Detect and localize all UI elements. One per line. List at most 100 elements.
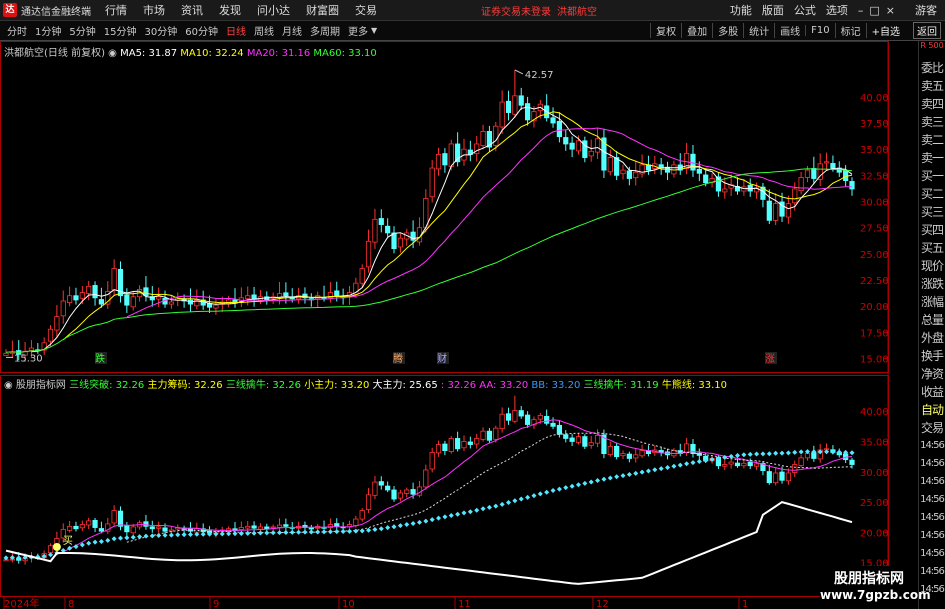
bull-bear-dot	[658, 466, 664, 472]
multi-stock-button[interactable]: 多股	[712, 23, 743, 38]
overlay-button[interactable]: 叠加	[681, 23, 712, 38]
sub-candle-body	[753, 463, 760, 467]
mark-button[interactable]: 标记	[834, 23, 866, 38]
bull-bear-dot	[149, 533, 155, 539]
menu-item-formula[interactable]: 公式	[794, 2, 816, 18]
stats-button[interactable]: 统计	[743, 23, 774, 38]
candle-body	[251, 294, 257, 300]
sub-candle-body	[785, 472, 791, 482]
bull-bear-dot	[86, 540, 92, 546]
bull-bear-dot	[620, 473, 626, 479]
bull-bear-dot	[92, 539, 98, 545]
maximize-icon[interactable]: □	[869, 4, 879, 17]
bull-bear-dot	[105, 537, 111, 543]
sub-candle-body	[79, 524, 85, 529]
candle-body	[849, 181, 855, 190]
bull-bear-dot	[677, 462, 683, 468]
guest-user[interactable]: 游客	[915, 2, 937, 18]
bull-bear-dot	[448, 513, 454, 519]
bull-bear-dot	[385, 525, 391, 531]
add-watchlist-button[interactable]: +自选	[865, 23, 905, 38]
tf-30min[interactable]: 30分钟	[143, 23, 178, 38]
legend-toggle-icon[interactable]: ◉	[108, 48, 117, 59]
tf-5min[interactable]: 5分钟	[68, 23, 96, 38]
candle-body	[442, 153, 448, 166]
return-button[interactable]: 返回	[913, 22, 941, 39]
sub-candle-body	[73, 525, 79, 530]
sub-candle-body	[537, 415, 543, 420]
main-ytick-label-6: 25.00	[860, 250, 889, 261]
draw-button[interactable]: 画线	[774, 23, 805, 38]
bull-bear-dot	[442, 514, 448, 520]
menu-item-ask[interactable]: 问小达	[257, 2, 290, 18]
tf-intraday[interactable]: 分时	[6, 23, 28, 38]
minimize-icon[interactable]: –	[858, 4, 864, 17]
adjust-button[interactable]: 复权	[650, 23, 681, 38]
candle-body	[124, 294, 130, 306]
candle-body	[47, 328, 54, 342]
sub-legend-item-6: AA: 33.20	[479, 380, 532, 391]
trade-login-warning[interactable]: 证券交易未登录	[481, 3, 551, 18]
tf-weekly[interactable]: 周线	[253, 23, 275, 38]
r-badge: R 500	[920, 41, 944, 50]
sub-candle-body	[486, 430, 493, 441]
candle-body	[785, 203, 791, 218]
candle-body	[143, 287, 149, 297]
sidebar-field-18: 收益	[920, 385, 944, 399]
sub-ytick-label-2: 30.00	[860, 468, 889, 479]
sub-candles-group	[3, 395, 855, 565]
sidebar-time-5: 14:56	[920, 530, 945, 541]
candle-body	[3, 352, 9, 356]
sub-candle-body	[391, 489, 397, 500]
big-player-line	[5, 501, 853, 585]
sub-panel-frame	[0, 375, 889, 597]
tf-more[interactable]: 更多	[347, 23, 369, 38]
sub-legend-toggle-icon[interactable]: ◉	[4, 380, 13, 391]
candle-body	[480, 131, 486, 147]
sub-legend-title: 股朋指标网	[15, 380, 66, 391]
sidebar-btn-1[interactable]: 交易	[919, 419, 945, 437]
f10-button[interactable]: F10	[805, 25, 834, 36]
more-chevron-down-icon[interactable]: ▼	[371, 26, 377, 35]
menu-item-wealth[interactable]: 财富圈	[306, 2, 339, 18]
sub-legend-item-7: BB: 33.20	[531, 380, 584, 391]
menu-item-news[interactable]: 资讯	[181, 2, 203, 18]
tf-15min[interactable]: 15分钟	[103, 23, 138, 38]
sub-legend-item-5: : 32.26	[440, 380, 480, 391]
tf-1min[interactable]: 1分钟	[34, 23, 62, 38]
candle-body	[588, 150, 594, 157]
menu-item-layout[interactable]: 版面	[762, 2, 784, 18]
menu-item-options[interactable]: 选项	[826, 2, 848, 18]
tf-monthly[interactable]: 月线	[281, 23, 303, 38]
kline-chart-area[interactable]: 40.00 37.50 35.00 32.50 30.00 27.50 25.00 22.50…	[0, 41, 918, 609]
close-icon[interactable]: ×	[886, 4, 895, 17]
menu-item-functions[interactable]: 功能	[730, 2, 752, 18]
sub-ytick-label-4: 20.00	[860, 528, 889, 539]
candle-body	[823, 161, 830, 164]
bull-bear-dot	[372, 526, 378, 532]
bull-bear-dot	[315, 529, 321, 535]
bull-bear-dot	[645, 468, 651, 474]
sidebar-field-17: 净资	[920, 367, 944, 381]
tf-multi[interactable]: 多周期	[309, 23, 341, 38]
bull-bear-dot	[283, 529, 289, 535]
sidebar-btn-0[interactable]: 自动	[919, 401, 945, 419]
sub-candle-body	[264, 526, 270, 530]
menu-item-trade[interactable]: 交易	[355, 2, 377, 18]
tf-60min[interactable]: 60分钟	[184, 23, 219, 38]
menu-item-discover[interactable]: 发现	[219, 2, 241, 18]
bull-bear-dot	[849, 450, 855, 456]
sub-candle-body	[143, 521, 149, 527]
menu-item-quotes[interactable]: 行情	[105, 2, 127, 18]
bull-bear-dot	[302, 529, 308, 535]
menu-item-market[interactable]: 市场	[143, 2, 165, 18]
app-window: 达 通达信金融终端 行情 市场 资讯 发现 问小达 财富圈 交易 证券交易未登录…	[0, 0, 945, 609]
bull-bear-dot	[506, 500, 512, 506]
bull-bear-dot	[773, 450, 779, 456]
candle-body	[397, 237, 403, 248]
bull-bear-dot	[270, 530, 276, 536]
bull-bear-dot	[741, 452, 747, 458]
sidebar-time-6: 14:56	[920, 548, 945, 559]
tf-daily[interactable]: 日线	[225, 23, 247, 38]
candle-body	[435, 154, 442, 170]
